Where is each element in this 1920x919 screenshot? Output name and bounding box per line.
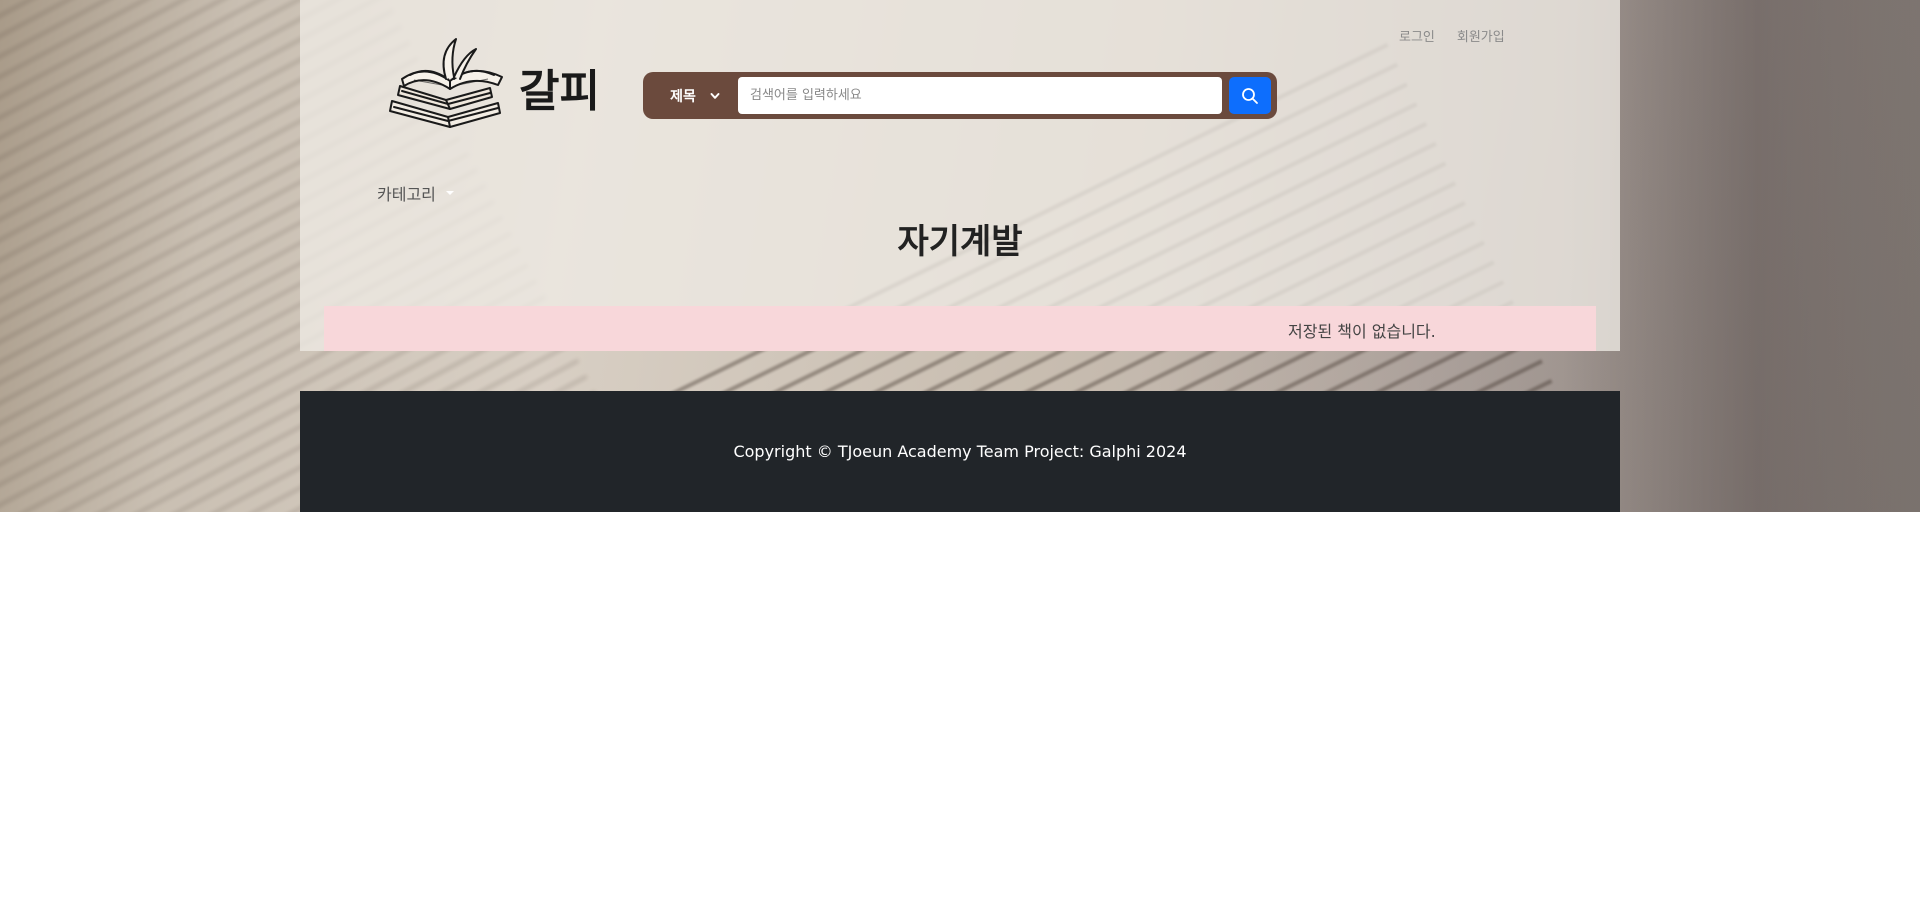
books-logo-icon[interactable] bbox=[380, 33, 510, 133]
footer: Copyright © TJoeun Academy Team Project:… bbox=[300, 391, 1620, 512]
auth-links: 로그인 회원가입 bbox=[1399, 26, 1505, 45]
empty-alert: 저장된 책이 없습니다. bbox=[324, 306, 1596, 351]
search-icon bbox=[1242, 87, 1258, 104]
main-container: 로그인 회원가입 갈피 제목 검색어를 입력하세요 카테고리 자기계발 저장된 … bbox=[300, 0, 1620, 351]
caret-down-icon bbox=[445, 191, 454, 195]
search-type-select[interactable]: 제목 bbox=[655, 80, 735, 111]
category-label: 카테고리 bbox=[377, 185, 436, 204]
search-input[interactable] bbox=[738, 77, 1222, 114]
page-title: 자기계발 bbox=[897, 222, 1023, 262]
empty-message: 저장된 책이 없습니다. bbox=[1288, 322, 1436, 341]
search-bar: 제목 bbox=[643, 72, 1277, 119]
signup-link[interactable]: 회원가입 bbox=[1457, 26, 1505, 45]
copyright-text: Copyright © TJoeun Academy Team Project:… bbox=[733, 442, 1187, 461]
brand-name[interactable]: 갈피 bbox=[519, 55, 600, 119]
search-button[interactable] bbox=[1229, 77, 1271, 114]
chevron-down-icon bbox=[710, 92, 720, 99]
search-type-value: 제목 bbox=[670, 88, 696, 105]
login-link[interactable]: 로그인 bbox=[1399, 26, 1435, 45]
category-dropdown[interactable]: 카테고리 bbox=[377, 181, 454, 205]
